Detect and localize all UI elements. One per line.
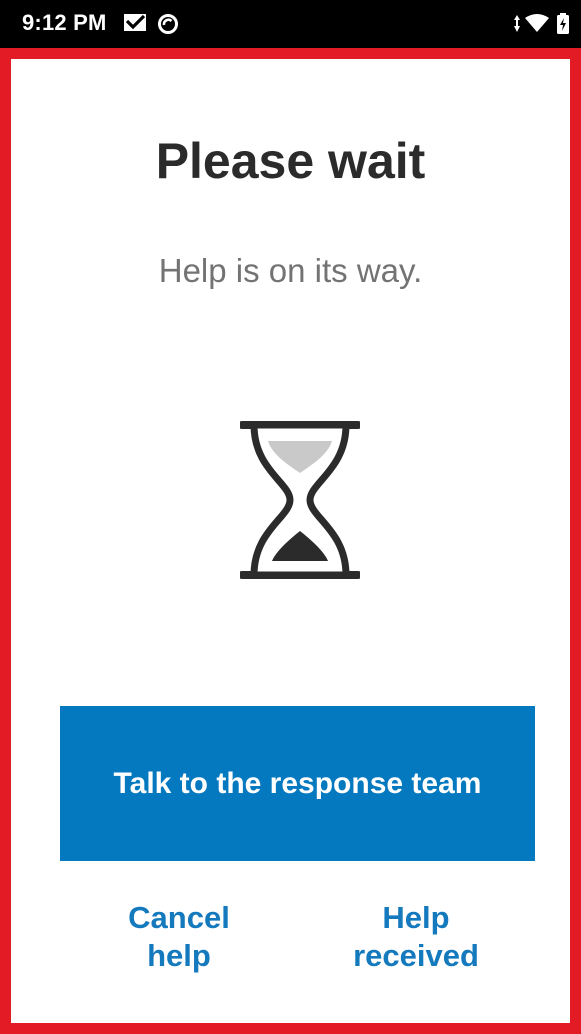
cancel-help-button[interactable]: Cancel help: [79, 899, 279, 975]
mail-check-icon: [124, 14, 146, 31]
status-bar: 9:12 PM: [0, 0, 581, 48]
help-received-line2: received: [353, 938, 479, 973]
talk-to-response-team-button[interactable]: Talk to the response team: [60, 706, 535, 861]
cancel-help-line1: Cancel: [128, 900, 230, 935]
wifi-icon: [525, 14, 549, 32]
cancel-help-line2: help: [147, 938, 211, 973]
status-message: Help is on its way.: [158, 252, 423, 289]
status-time: 9:12 PM: [22, 10, 107, 35]
data-arrows-icon: [514, 15, 520, 32]
alert-screen: Please wait Help is on its way. Talk to …: [0, 48, 581, 1034]
hourglass-icon: [240, 421, 360, 579]
battery-icon: [557, 13, 569, 34]
page-title: Please wait: [155, 133, 426, 189]
sync-icon: [158, 14, 178, 34]
help-received-button[interactable]: Help received: [316, 899, 516, 975]
help-received-line1: Help: [382, 900, 450, 935]
